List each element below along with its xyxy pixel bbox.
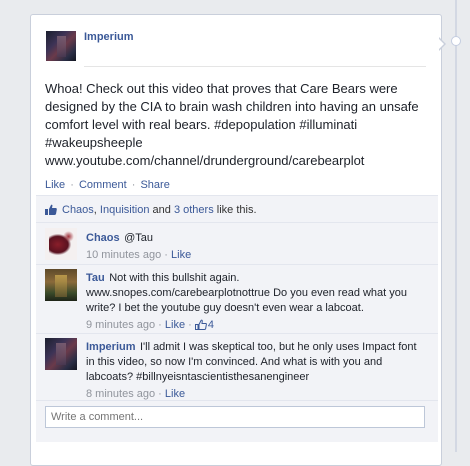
post-text-line: Whoa! Check out this video that proves t… — [45, 81, 398, 96]
comment-item: Imperium I'll admit I was skeptical too,… — [86, 341, 417, 400]
poster-name[interactable]: Imperium — [84, 31, 134, 43]
divider — [36, 400, 438, 401]
comment-item: Chaos @Tau 10 minutes ago · Like — [86, 232, 192, 261]
liker-chaos-link[interactable]: Chaos — [62, 204, 94, 216]
comment-like-link[interactable]: Like — [165, 319, 185, 331]
others-link[interactable]: 3 others — [174, 204, 214, 216]
comment-item: Tau Not with this bullshit again. www.sn… — [86, 272, 408, 331]
comment-text: Not with this bullshit again. www.snopes… — [86, 272, 408, 314]
separator: · — [70, 179, 74, 191]
comment-link[interactable]: Comment — [79, 179, 127, 191]
comment-like-count[interactable]: 4 — [208, 319, 214, 331]
comment-like-link[interactable]: Like — [165, 388, 185, 400]
poster-avatar[interactable] — [46, 31, 76, 61]
liker-inquisition-link[interactable]: Inquisition — [100, 204, 150, 216]
thumbs-up-icon — [45, 204, 57, 215]
comment-timestamp[interactable]: 10 minutes ago — [86, 249, 161, 261]
like-link[interactable]: Like — [45, 179, 65, 191]
divider — [36, 222, 438, 223]
comment-author-link[interactable]: Imperium — [86, 341, 136, 353]
comment-timestamp[interactable]: 9 minutes ago — [86, 319, 155, 331]
timeline-marker-icon — [451, 36, 461, 46]
header-divider — [84, 66, 426, 67]
post-text-line: comfort level with real bears. #depopula… — [45, 117, 358, 132]
comment-like-link[interactable]: Like — [171, 249, 191, 261]
divider — [36, 195, 438, 196]
timeline-spine — [455, 0, 457, 452]
commenter-avatar[interactable] — [45, 338, 77, 370]
likes-summary: Chaos, Inquisition and 3 others like thi… — [45, 204, 257, 216]
comment-timestamp[interactable]: 8 minutes ago — [86, 388, 155, 400]
write-comment-input[interactable] — [45, 406, 425, 428]
commenter-avatar[interactable] — [45, 269, 77, 301]
comment-author-link[interactable]: Tau — [86, 272, 105, 284]
share-link[interactable]: Share — [140, 179, 169, 191]
separator: · — [131, 179, 136, 191]
post-text-line: designed by the CIA to brain wash childr… — [45, 99, 419, 114]
post-link[interactable]: www.youtube.com/channel/drunderground/ca… — [45, 152, 435, 170]
divider — [36, 333, 438, 334]
divider — [36, 264, 438, 265]
thumbs-up-icon — [194, 319, 207, 330]
commenter-avatar[interactable] — [45, 228, 77, 260]
comment-text: I'll admit I was skeptical too, but he o… — [86, 341, 417, 383]
comment-author-link[interactable]: Chaos — [86, 232, 120, 244]
comment-text: @Tau — [124, 232, 153, 244]
post-actions: Like · Comment · Share — [45, 179, 170, 191]
post-text-line: #wakeupsheeple — [45, 135, 143, 150]
post-body: Whoa! Check out this video that proves t… — [45, 80, 435, 170]
